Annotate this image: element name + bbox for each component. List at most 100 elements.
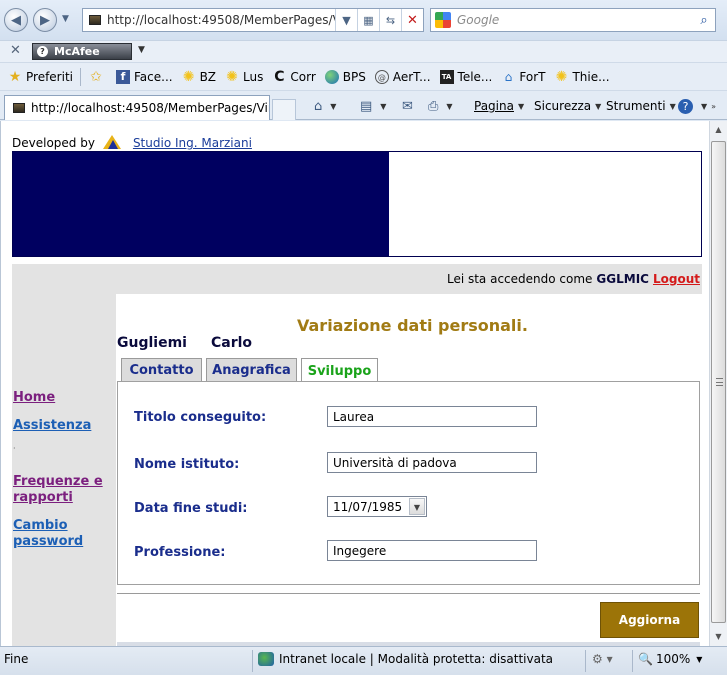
professione-label: Professione:: [134, 545, 226, 560]
refresh-icon[interactable]: ⇆: [379, 9, 401, 31]
favorite-item-bps[interactable]: BPS: [324, 69, 366, 84]
vertical-scrollbar[interactable]: ▲ ▼: [709, 121, 727, 646]
favorite-item-thie[interactable]: ✺ Thie...: [554, 70, 610, 84]
mail-icon: ✉: [402, 98, 413, 114]
scroll-thumb[interactable]: [711, 141, 726, 623]
address-bar[interactable]: http://localhost:49508/MemberPages/Vin ▼…: [82, 8, 424, 32]
zoom-control[interactable]: 🔍 100% ▼: [638, 652, 702, 666]
tab-command-row: http://localhost:49508/MemberPages/Vinz.…: [0, 90, 727, 120]
sidebar-item-home[interactable]: Home: [13, 390, 55, 406]
favorite-label: Tele...: [457, 69, 493, 84]
sidebar-item-cambio-password[interactable]: Cambio password: [13, 518, 93, 550]
favorite-item-bz[interactable]: ✺ BZ: [182, 70, 216, 84]
forward-button[interactable]: ▶: [33, 8, 57, 32]
status-bar: Fine Intranet locale | Modalità protetta…: [0, 646, 727, 675]
rss-icon: ▤: [360, 98, 373, 114]
data-fine-value: 11/07/1985: [333, 499, 403, 514]
security-zone[interactable]: Intranet locale | Modalità protetta: dis…: [258, 652, 553, 666]
feeds-button[interactable]: ▤ ▼: [360, 95, 386, 117]
print-button[interactable]: ⎙ ▼: [428, 95, 453, 117]
favorite-item-lus[interactable]: ✺ Lus: [225, 70, 263, 84]
home-icon: ⌂: [314, 98, 323, 114]
username: GGLMIC: [596, 272, 649, 286]
address-url[interactable]: http://localhost:49508/MemberPages/Vin: [107, 13, 335, 27]
banner: [12, 151, 702, 257]
status-separator: [585, 650, 586, 672]
star-icon: ★: [8, 68, 22, 85]
istituto-label: Nome istituto:: [134, 457, 240, 472]
form-panel: Titolo conseguito: Nome istituto: Data f…: [117, 381, 700, 585]
favorites-button[interactable]: ★ Preferiti: [8, 70, 73, 84]
security-menu[interactable]: Sicurezza ▼: [534, 95, 601, 117]
address-dropdown-icon[interactable]: ▼: [335, 9, 357, 31]
aer-icon: @: [374, 69, 389, 84]
tools-menu[interactable]: Strumenti ▼: [606, 95, 676, 117]
corriere-icon: C: [274, 68, 285, 85]
feeds-dropdown-icon[interactable]: ▼: [380, 102, 386, 111]
istituto-field[interactable]: [327, 452, 537, 473]
data-fine-select[interactable]: 11/07/1985 ▼: [327, 496, 427, 517]
search-input[interactable]: Google: [457, 13, 693, 27]
favorite-label: BZ: [199, 69, 217, 84]
user-surname: Gugliemi: [117, 335, 187, 351]
browser-tab[interactable]: http://localhost:49508/MemberPages/Vinz.…: [4, 95, 270, 120]
sun-icon: ✺: [182, 68, 195, 85]
add-favorite-icon: ✩: [90, 68, 102, 85]
favorite-label: BPS: [342, 69, 366, 84]
mcafee-dropdown-icon[interactable]: ▼: [138, 45, 145, 55]
titolo-field[interactable]: [327, 406, 537, 427]
tab-contatto[interactable]: Contatto: [121, 358, 202, 382]
search-icon[interactable]: ⌕: [693, 13, 715, 28]
home-button[interactable]: ⌂ ▼: [314, 95, 336, 117]
close-toolbar-icon[interactable]: ✕: [10, 43, 21, 58]
search-box[interactable]: Google ⌕: [430, 8, 716, 32]
mcafee-button[interactable]: ? McAfee: [32, 43, 132, 60]
help-button[interactable]: ? ▼»: [678, 95, 716, 117]
favorite-item-fort[interactable]: ⌂ ForT: [501, 69, 546, 84]
back-button[interactable]: ◀: [4, 8, 28, 32]
chevron-more-icon[interactable]: »: [711, 102, 716, 111]
logout-link[interactable]: Logout: [653, 272, 700, 286]
scroll-up-icon[interactable]: ▲: [710, 121, 727, 138]
favorite-item-aert[interactable]: @ AerT...: [374, 69, 431, 84]
favorite-item-tele[interactable]: TA Tele...: [439, 69, 493, 84]
scroll-down-icon[interactable]: ▼: [710, 628, 727, 645]
mail-button[interactable]: ✉: [402, 95, 417, 117]
history-dropdown-icon[interactable]: ▼: [62, 14, 69, 24]
tab-anagrafica[interactable]: Anagrafica: [206, 358, 297, 382]
aggiorna-button[interactable]: Aggiorna: [600, 602, 699, 638]
favorite-item-facebook[interactable]: f Face...: [116, 69, 173, 84]
page-dropdown-icon: ▼: [517, 101, 525, 111]
sidebar-item-frequenze[interactable]: Frequenze e rapporti: [13, 474, 109, 506]
zoom-level: 100%: [655, 652, 691, 666]
protection-icon[interactable]: ⚙ ▾: [592, 652, 613, 666]
home-dropdown-icon[interactable]: ▼: [330, 102, 336, 111]
add-favorite-button[interactable]: ✩: [89, 70, 107, 84]
compatibility-view-icon[interactable]: ▦: [357, 9, 379, 31]
help-icon: ?: [678, 98, 693, 114]
back-arrow-icon: ◀: [11, 12, 21, 28]
professione-field[interactable]: [327, 540, 537, 561]
print-dropdown-icon[interactable]: ▼: [446, 102, 452, 111]
tab-sviluppo[interactable]: Sviluppo: [301, 358, 378, 383]
developed-by: Developed by Studio Ing. Marziani: [12, 135, 252, 151]
studio-link[interactable]: Studio Ing. Marziani: [133, 136, 252, 150]
status-text: Fine: [4, 652, 29, 666]
forward-arrow-icon: ▶: [40, 12, 50, 28]
favorite-item-corr[interactable]: C Corr: [272, 68, 316, 85]
stop-icon[interactable]: ✕: [401, 9, 423, 31]
new-tab-button[interactable]: [272, 99, 296, 120]
chevron-down-icon[interactable]: ▼: [409, 498, 425, 515]
scroll-grip-icon: [716, 378, 723, 386]
page-menu[interactable]: Pagina ▼: [474, 95, 524, 117]
favorite-label: Corr: [290, 69, 316, 84]
studio-logo-icon: [102, 135, 121, 149]
zoom-dropdown-icon[interactable]: ▼: [696, 655, 702, 664]
house-icon: ⌂: [504, 69, 513, 84]
data-fine-label: Data fine studi:: [134, 501, 248, 516]
sidebar-item-assistenza[interactable]: Assistenza: [13, 418, 91, 434]
security-dropdown-icon: ▼: [595, 101, 602, 111]
favorite-label: ForT: [519, 69, 546, 84]
tab-favicon-icon: [13, 103, 25, 113]
browser-address-row: ◀ ▶ ▼ http://localhost:49508/MemberPages…: [0, 0, 727, 40]
